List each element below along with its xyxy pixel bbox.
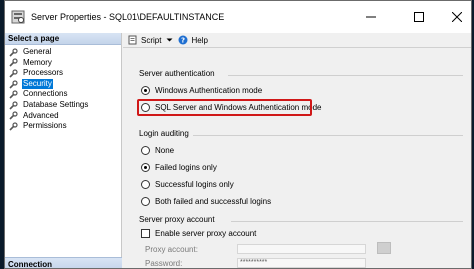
highlight-box <box>137 99 312 116</box>
sidebar-item-label: Memory <box>23 57 52 67</box>
checkbox[interactable] <box>141 229 150 238</box>
help-label: Help <box>191 35 208 45</box>
sidebar-item-label: Processors <box>23 68 64 78</box>
script-label: Script <box>141 35 162 45</box>
page-selector-panel: Select a page General Memory Processors … <box>5 33 122 268</box>
security-page-content: Server authentication Windows Authentica… <box>123 48 471 268</box>
chevron-down-icon <box>166 38 173 42</box>
sidebar-item-advanced[interactable]: Advanced <box>5 111 121 122</box>
sidebar-item-label: Connections <box>23 89 68 99</box>
wrench-icon <box>9 48 18 57</box>
windows-auth-mode-option[interactable]: Windows Authentication mode <box>141 85 262 96</box>
audit-successful-only-label: Successful logins only <box>155 180 234 189</box>
minimize-button[interactable] <box>349 1 393 33</box>
login-auditing-title: Login auditing <box>139 129 189 138</box>
server-properties-window: Server Properties - SQL01\DEFAULTINSTANC… <box>4 0 472 269</box>
radio-button[interactable] <box>141 180 150 189</box>
wrench-icon <box>9 90 18 99</box>
window-title: Server Properties - SQL01\DEFAULTINSTANC… <box>31 12 225 22</box>
proxy-account-input[interactable] <box>237 244 366 254</box>
connection-header: Connection <box>5 257 122 268</box>
sidebar-item-label: General <box>23 47 52 56</box>
sidebar-item-general[interactable]: General <box>5 47 121 58</box>
radio-button[interactable] <box>141 197 150 206</box>
browse-account-button[interactable] <box>377 242 391 254</box>
radio-button-checked[interactable] <box>141 163 150 172</box>
server-authentication-title: Server authentication <box>139 69 215 78</box>
sidebar-item-permissions[interactable]: Permissions <box>5 121 121 132</box>
sidebar-item-processors[interactable]: Processors <box>5 68 121 79</box>
sidebar-item-connections[interactable]: Connections <box>5 89 121 100</box>
wrench-icon <box>9 122 18 131</box>
audit-none-label: None <box>155 146 175 155</box>
audit-both-option[interactable]: Both failed and successful logins <box>141 196 271 207</box>
server-proxy-account-title: Server proxy account <box>139 215 215 224</box>
enable-proxy-account-option[interactable]: Enable server proxy account <box>141 228 256 239</box>
audit-none-option[interactable]: None <box>141 145 174 156</box>
toolbar: Script ? Help <box>123 33 471 47</box>
script-button[interactable]: Script <box>128 35 161 45</box>
script-icon <box>128 35 137 45</box>
audit-failed-only-option[interactable]: Failed logins only <box>141 162 217 173</box>
page-list: General Memory Processors Security Conne… <box>5 45 121 132</box>
help-button[interactable]: ? Help <box>178 35 208 45</box>
sidebar-item-database-settings[interactable]: Database Settings <box>5 100 121 111</box>
select-page-header: Select a page <box>5 33 121 45</box>
server-properties-app-icon <box>11 10 25 24</box>
svg-text:?: ? <box>181 37 185 45</box>
radio-button-checked[interactable] <box>141 86 150 95</box>
sidebar-item-label: Permissions <box>23 121 67 131</box>
sidebar-item-security[interactable]: Security <box>5 78 121 90</box>
maximize-icon <box>414 12 424 22</box>
wrench-icon <box>9 69 18 78</box>
sidebar-item-label: Advanced <box>23 110 59 120</box>
close-button[interactable] <box>435 1 471 33</box>
windows-auth-mode-label: Windows Authentication mode <box>155 86 263 95</box>
audit-both-label: Both failed and successful logins <box>155 197 272 206</box>
password-input[interactable]: ********** <box>237 258 366 268</box>
group-divider <box>228 75 463 76</box>
sidebar-item-memory[interactable]: Memory <box>5 58 121 69</box>
wrench-icon <box>9 58 18 67</box>
audit-failed-only-label: Failed logins only <box>155 163 217 172</box>
enable-proxy-account-label: Enable server proxy account <box>155 229 257 238</box>
wrench-icon <box>9 79 18 89</box>
minimize-icon <box>366 16 376 18</box>
radio-button[interactable] <box>141 146 150 155</box>
sidebar-item-label: Security <box>22 78 53 90</box>
password-label: Password: <box>145 259 183 268</box>
wrench-icon <box>9 111 18 120</box>
close-icon <box>452 12 462 22</box>
proxy-account-label: Proxy account: <box>145 245 198 254</box>
audit-successful-only-option[interactable]: Successful logins only <box>141 179 234 190</box>
script-dropdown[interactable] <box>166 37 173 43</box>
group-divider <box>193 135 463 136</box>
wrench-icon <box>9 101 18 110</box>
sidebar-item-label: Database Settings <box>23 99 89 109</box>
help-icon: ? <box>178 35 188 45</box>
group-divider <box>231 221 463 222</box>
title-bar: Server Properties - SQL01\DEFAULTINSTANC… <box>5 1 471 33</box>
